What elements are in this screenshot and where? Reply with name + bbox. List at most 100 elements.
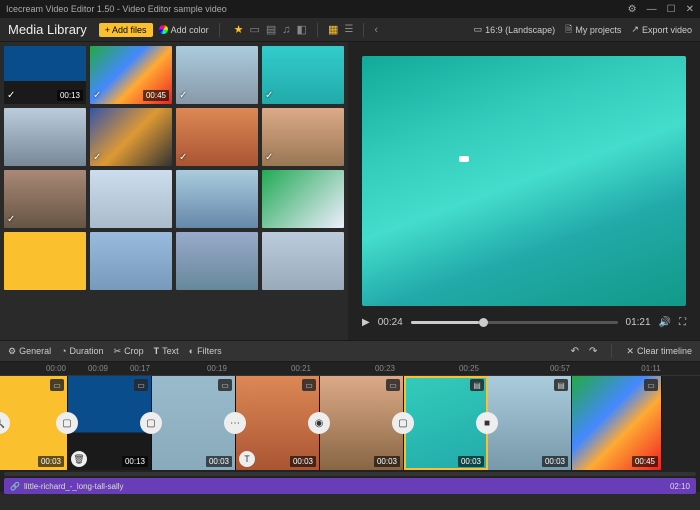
library-title: Media Library (8, 22, 87, 37)
ruler-mark: 00:00 (46, 364, 66, 373)
ruler-mark: 00:17 (130, 364, 150, 373)
clip-type-icon: ▭ (386, 379, 400, 391)
filter-text-icon[interactable]: ◧ (297, 23, 307, 36)
transition-button[interactable]: ⋯ (224, 412, 246, 434)
duration-tool[interactable]: ◔ Duration (61, 346, 103, 356)
preview-video[interactable] (362, 56, 686, 306)
clip-tool-button[interactable]: 🗑 (71, 451, 87, 467)
media-thumb[interactable]: ✓ (90, 108, 172, 166)
clip-duration: 00:03 (542, 456, 568, 467)
settings-icon[interactable]: ⚙ (628, 4, 637, 15)
export-video-button[interactable]: ↗ Export video (631, 24, 692, 35)
filters-tool[interactable]: ◐ Filters (189, 346, 222, 356)
play-button[interactable]: ▶ (362, 317, 370, 328)
window-title: Icecream Video Editor 1.50 - Video Edito… (6, 4, 628, 14)
timeline-clip[interactable]: ▭ 00:45 (572, 376, 662, 470)
filter-image-icon[interactable]: ▤ (266, 23, 276, 36)
media-thumb[interactable]: ✓ (262, 108, 344, 166)
media-library: ✓ 00:13 ✓ 00:45 ✓ ✓ ✓ ✓ ✓ ✓ (0, 42, 348, 340)
filter-all-icon[interactable]: ★ (234, 23, 244, 36)
ruler-mark: 00:19 (207, 364, 227, 373)
audio-track[interactable]: 🔗 little-richard_-_long-tall-sally 02:10 (4, 478, 696, 494)
close-icon[interactable]: ✕ (686, 4, 694, 15)
thumb-duration: 00:13 (57, 90, 83, 101)
clip-type-icon: ▭ (644, 379, 658, 391)
filter-video-icon[interactable]: ▭ (249, 23, 259, 36)
my-projects-button[interactable]: 🗎 My projects (565, 22, 621, 38)
clear-timeline-button[interactable]: ✕ Clear timeline (626, 346, 692, 357)
current-time: 00:24 (378, 317, 403, 328)
general-tool[interactable]: ⚙ General (8, 346, 51, 357)
collapse-icon[interactable]: ‹ (374, 24, 378, 36)
timeline-ruler[interactable]: 00:0000:0900:1700:1900:2100:2300:2500:57… (0, 362, 700, 376)
timeline-scrollbar[interactable] (4, 472, 696, 476)
transition-button[interactable]: ◉ (308, 412, 330, 434)
minimize-icon[interactable]: — (647, 4, 657, 15)
ruler-mark: 00:23 (375, 364, 395, 373)
ruler-mark: 00:09 (88, 364, 108, 373)
clip-type-icon: ▭ (134, 379, 148, 391)
clip-type-icon: ▭ (218, 379, 232, 391)
redo-button[interactable]: ↷ (589, 346, 597, 357)
seek-slider[interactable] (411, 321, 618, 324)
check-icon: ✓ (93, 152, 101, 163)
fullscreen-icon[interactable]: ⛶ (679, 317, 686, 328)
filter-audio-icon[interactable]: ♫ (282, 24, 290, 36)
clip-duration: 00:03 (206, 456, 232, 467)
check-icon: ✓ (179, 152, 187, 163)
clip-duration: 00:03 (458, 456, 484, 467)
add-files-button[interactable]: + Add files (99, 23, 153, 37)
undo-button[interactable]: ↶ (571, 346, 579, 357)
check-icon: ✓ (179, 90, 187, 101)
transition-button[interactable]: ▢ (140, 412, 162, 434)
clip-duration: 00:13 (122, 456, 148, 467)
transition-button[interactable]: 🔍 (0, 412, 10, 434)
clip-type-icon: ▭ (50, 379, 64, 391)
clip-type-icon: ▤ (554, 379, 568, 391)
media-thumb[interactable]: ✓ 00:13 (4, 46, 86, 104)
ruler-mark: 00:57 (550, 364, 570, 373)
clip-type-icon: ▤ (470, 379, 484, 391)
media-thumb[interactable]: ✓ 00:45 (90, 46, 172, 104)
transition-button[interactable]: ▢ (392, 412, 414, 434)
maximize-icon[interactable]: ☐ (667, 4, 676, 15)
text-tool[interactable]: T Text (154, 346, 179, 356)
ruler-mark: 00:25 (459, 364, 479, 373)
media-thumb[interactable] (262, 170, 344, 228)
media-thumb[interactable] (4, 232, 86, 290)
media-thumb[interactable]: ✓ (4, 170, 86, 228)
clip-duration: 00:45 (632, 456, 658, 467)
check-icon: ✓ (265, 90, 273, 101)
transition-button[interactable]: ▢ (56, 412, 78, 434)
list-view-icon[interactable]: ☰ (344, 24, 353, 35)
aspect-ratio-button[interactable]: ▭ 16:9 (Landscape) (474, 24, 556, 35)
clip-duration: 00:03 (290, 456, 316, 467)
preview-panel: ▶ 00:24 01:21 🔊 ⛶ (348, 42, 700, 340)
media-thumb[interactable]: ✓ (176, 108, 258, 166)
media-thumb[interactable] (262, 232, 344, 290)
media-thumb[interactable] (90, 170, 172, 228)
media-thumb[interactable] (176, 232, 258, 290)
media-thumb[interactable] (4, 108, 86, 166)
media-thumb[interactable] (176, 170, 258, 228)
media-thumb[interactable]: ✓ (262, 46, 344, 104)
timeline-clip[interactable]: ▤00:03■ (488, 376, 572, 470)
audio-duration: 02:10 (670, 482, 690, 491)
ruler-mark: 01:11 (641, 364, 660, 373)
clip-type-icon: ▭ (302, 379, 316, 391)
crop-tool[interactable]: ✂ Crop (114, 346, 144, 357)
grid-view-icon[interactable]: ▦ (328, 23, 338, 36)
clip-duration: 00:03 (374, 456, 400, 467)
add-color-button[interactable]: Add color (159, 25, 209, 35)
volume-icon[interactable]: 🔊 (659, 317, 671, 328)
audio-name: little-richard_-_long-tall-sally (24, 482, 124, 491)
check-icon: ✓ (93, 90, 101, 101)
link-icon: 🔗 (10, 482, 20, 491)
check-icon: ✓ (265, 152, 273, 163)
clip-tool-button[interactable]: T (239, 451, 255, 467)
media-thumb[interactable]: ✓ (176, 46, 258, 104)
media-thumb[interactable] (90, 232, 172, 290)
transition-button[interactable]: ■ (476, 412, 498, 434)
thumb-duration: 00:45 (143, 90, 169, 101)
check-icon: ✓ (7, 90, 15, 101)
